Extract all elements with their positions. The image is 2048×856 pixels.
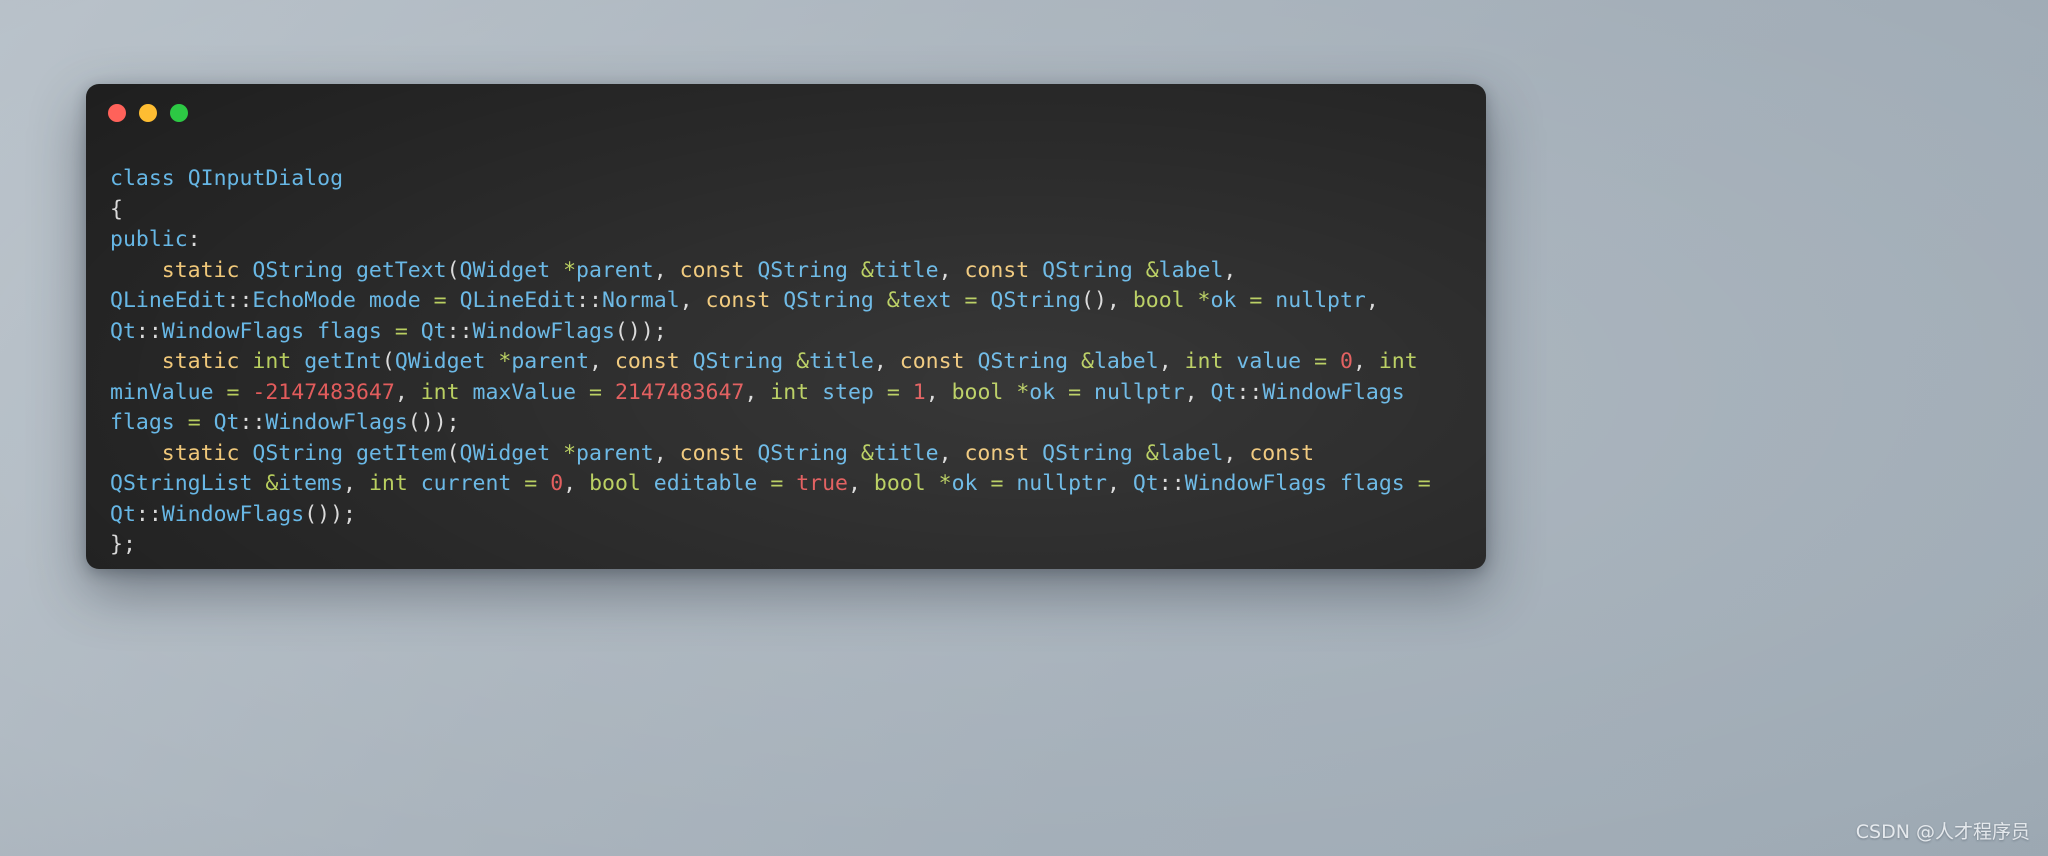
csdn-watermark: CSDN @人才程序员: [1855, 821, 2030, 843]
code-window: class QInputDialog { public: static QStr…: [86, 84, 1486, 569]
code-body: class QInputDialog { public: static QStr…: [86, 142, 1486, 569]
screenshot-root: class QInputDialog { public: static QStr…: [0, 0, 2048, 856]
code-block: class QInputDialog { public: static QStr…: [110, 166, 1431, 557]
window-title-bar: [86, 84, 1486, 142]
zoom-window-button[interactable]: [170, 104, 188, 122]
minimize-window-button[interactable]: [139, 104, 157, 122]
close-window-button[interactable]: [108, 104, 126, 122]
